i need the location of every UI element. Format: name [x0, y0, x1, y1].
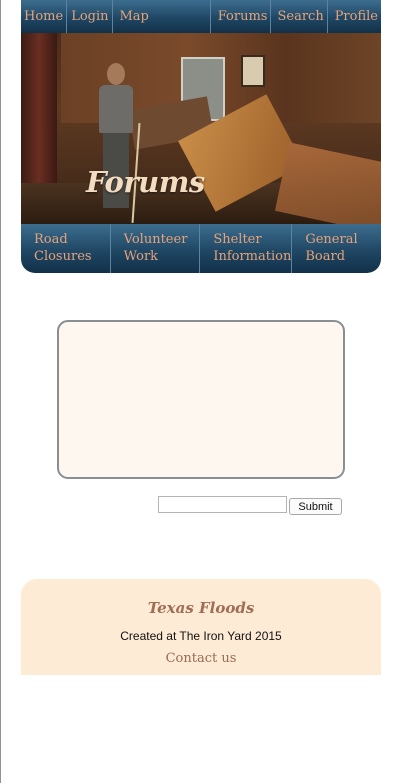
- category-label-line1: Shelter: [213, 232, 262, 247]
- nav-home-link[interactable]: Home: [21, 0, 68, 33]
- category-road-closures[interactable]: Road Closures: [21, 224, 111, 273]
- site-footer: Texas Floods Created at The Iron Yard 20…: [21, 579, 381, 675]
- category-volunteer-work[interactable]: Volunteer Work: [111, 224, 201, 273]
- category-label-line2: Closures: [34, 249, 92, 264]
- nav-forums-link[interactable]: Forums: [209, 0, 272, 33]
- category-tabs: Road Closures Volunteer Work Shelter Inf…: [21, 224, 381, 273]
- nav-search-link[interactable]: Search: [271, 0, 328, 33]
- category-label-line1: Road: [34, 232, 68, 247]
- nav-profile-link[interactable]: Profile: [328, 0, 381, 33]
- page-title: Forums: [86, 165, 205, 199]
- person-torso: [99, 85, 133, 133]
- hero-person: [91, 63, 141, 223]
- hero-banner-image: Forums: [21, 33, 381, 224]
- post-text-input[interactable]: [158, 496, 287, 513]
- category-label-line2: Work: [123, 249, 159, 264]
- contact-us-link[interactable]: Contact us: [21, 651, 381, 666]
- category-label-line2: Board: [305, 249, 346, 264]
- footer-brand: Texas Floods: [147, 599, 255, 617]
- category-label-line2: Information: [213, 249, 292, 264]
- category-general-board[interactable]: General Board: [292, 224, 381, 273]
- category-label-line1: Volunteer: [123, 232, 188, 247]
- footer-credit: Created at The Iron Yard 2015: [120, 629, 282, 643]
- top-navigation: Home Login Map Forums Search Profile: [21, 0, 381, 33]
- nav-login-link[interactable]: Login: [67, 0, 113, 33]
- forum-posts-box: [57, 320, 345, 479]
- category-shelter-information[interactable]: Shelter Information: [200, 224, 293, 273]
- nav-map-link[interactable]: Map: [113, 0, 152, 33]
- hero-picture-frame: [241, 55, 265, 87]
- category-label-line1: General: [305, 232, 358, 247]
- submit-button[interactable]: Submit: [289, 498, 342, 515]
- person-head: [107, 63, 125, 85]
- page-edge: [0, 0, 1, 783]
